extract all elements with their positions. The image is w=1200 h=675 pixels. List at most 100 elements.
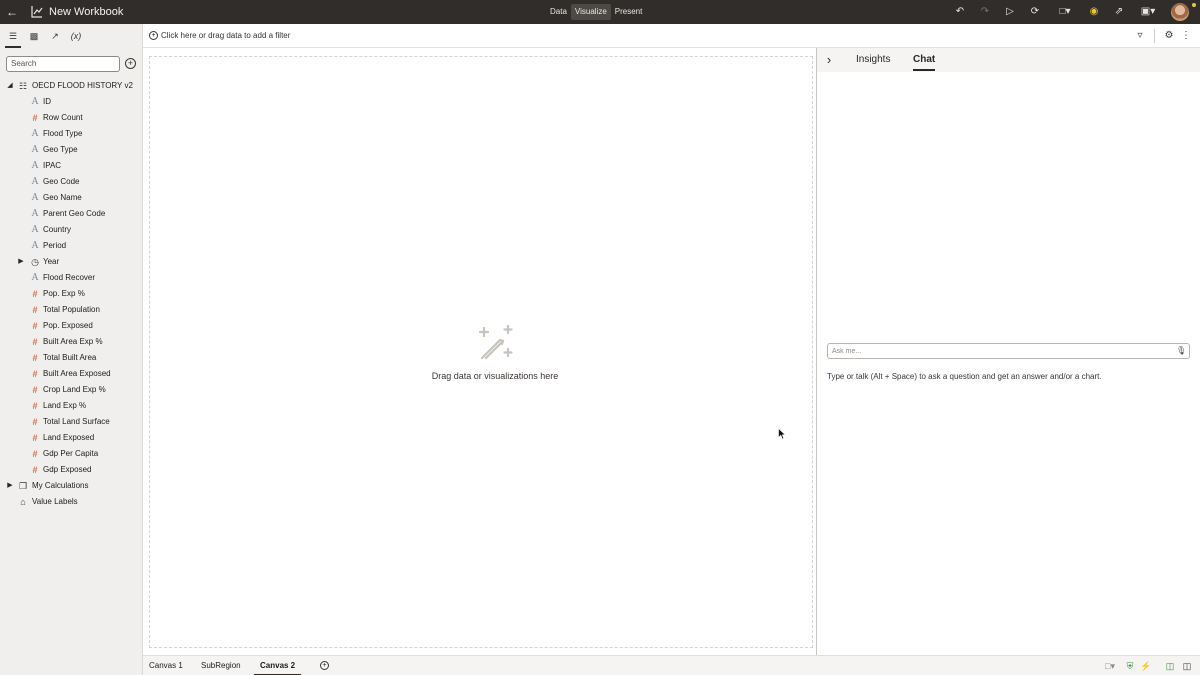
assistant-panel: › Insights Chat 🎙 Type or talk (Alt + Sp… xyxy=(816,48,1200,655)
tree-field[interactable]: A Country xyxy=(0,222,143,238)
tree-field[interactable]: A Flood Type xyxy=(0,126,143,142)
add-canvas-icon[interactable]: + xyxy=(320,661,329,670)
measure-hash-icon: # xyxy=(32,385,38,395)
refresh-icon[interactable]: ⟳ xyxy=(1028,5,1042,19)
microphone-icon[interactable]: 🎙 xyxy=(1176,345,1186,357)
tree-field[interactable]: A ID xyxy=(0,94,143,110)
more-options-icon[interactable]: ⋮ xyxy=(1179,29,1193,43)
field-label: Gdp Per Capita xyxy=(43,449,99,458)
tree-field[interactable]: # Crop Land Exp % xyxy=(0,382,143,398)
settings-icon[interactable]: ⚙ xyxy=(1162,29,1176,43)
field-label: Value Labels xyxy=(32,497,78,506)
ask-input[interactable] xyxy=(832,345,1162,357)
status-dot xyxy=(1192,3,1196,7)
tree-field[interactable]: # Row Count xyxy=(0,110,143,126)
tag-icon: ⌂ xyxy=(20,497,26,507)
filter-icon[interactable]: ▿ xyxy=(1133,29,1147,43)
canvas-hint: Drag data or visualizations here xyxy=(431,371,559,381)
left-panel-toggle-icon[interactable]: ◫ xyxy=(1164,660,1176,672)
right-panel-toggle-icon[interactable]: ◫ xyxy=(1181,660,1193,672)
canvas-drop-zone[interactable]: Drag data or visualizations here xyxy=(149,56,813,648)
attribute-a-icon: A xyxy=(31,161,39,171)
attribute-a-icon: A xyxy=(31,97,39,107)
tree-field[interactable]: # Gdp Exposed xyxy=(0,462,143,478)
lightning-icon[interactable]: ⚡ xyxy=(1140,660,1152,672)
tree-field[interactable]: # Pop. Exposed xyxy=(0,318,143,334)
tab-canvas-1[interactable]: Canvas 1 xyxy=(149,656,183,675)
attribute-a-icon: A xyxy=(31,193,39,203)
tree-field[interactable]: # Pop. Exp % xyxy=(0,286,143,302)
undo-icon[interactable]: ↶ xyxy=(953,5,967,19)
tab-subregion[interactable]: SubRegion xyxy=(201,656,241,675)
tree-field[interactable]: # Land Exp % xyxy=(0,398,143,414)
tree-field[interactable]: # Total Built Area xyxy=(0,350,143,366)
tree-field[interactable]: # Total Population xyxy=(0,302,143,318)
magic-wand-icon xyxy=(478,325,513,360)
tree-field[interactable]: A Period xyxy=(0,238,143,254)
tree-field[interactable]: A Geo Name xyxy=(0,190,143,206)
layout-dropdown-icon[interactable]: □▾ xyxy=(1100,660,1120,672)
filter-placeholder[interactable]: Click here or drag data to add a filter xyxy=(161,30,290,42)
tree-field[interactable]: A Geo Type xyxy=(0,142,143,158)
measure-hash-icon: # xyxy=(32,337,38,347)
tree-field[interactable]: A Flood Recover xyxy=(0,270,143,286)
mode-visualize[interactable]: Visualize xyxy=(570,4,611,20)
tree-field[interactable]: # Land Exposed xyxy=(0,430,143,446)
analytics-icon[interactable]: ↗ xyxy=(48,29,62,43)
arrow-left-icon[interactable]: ← xyxy=(4,4,20,20)
mode-switcher: Data Visualize Present xyxy=(546,4,646,20)
mode-present[interactable]: Present xyxy=(611,4,647,20)
mode-data[interactable]: Data xyxy=(546,4,571,20)
chevron-right-icon[interactable]: › xyxy=(822,53,836,67)
tree-folder[interactable]: ▶ ❐ My Calculations xyxy=(0,478,143,494)
tab-canvas-2[interactable]: Canvas 2 xyxy=(253,656,302,675)
avatar[interactable] xyxy=(1171,3,1189,21)
filter-bar[interactable]: + Click here or drag data to add a filte… xyxy=(143,24,1200,48)
attribute-a-icon: A xyxy=(31,177,39,187)
data-icon[interactable]: ☰ xyxy=(5,29,21,48)
tree-folder[interactable]: ⌂ Value Labels xyxy=(0,494,143,510)
measure-hash-icon: # xyxy=(32,465,38,475)
export-icon[interactable]: ⇗ xyxy=(1112,5,1126,19)
dataset-node[interactable]: ◢ ☷ OECD FLOOD HISTORY v2 xyxy=(0,78,143,94)
field-label: Crop Land Exp % xyxy=(43,385,106,394)
field-label: Geo Code xyxy=(43,177,80,186)
add-dataset-icon[interactable]: + xyxy=(125,58,136,69)
measure-hash-icon: # xyxy=(32,305,38,315)
search-input[interactable]: Search xyxy=(6,56,120,72)
tab-insights[interactable]: Insights xyxy=(856,53,890,67)
add-filter-icon[interactable]: + xyxy=(149,31,158,40)
shield-icon[interactable]: ⛨ xyxy=(1124,660,1136,672)
tab-chat[interactable]: Chat xyxy=(913,53,936,71)
attribute-a-icon: A xyxy=(31,129,39,139)
field-label: Land Exposed xyxy=(43,433,95,442)
caret-down-icon[interactable]: ◢ xyxy=(6,78,14,94)
workbook-title[interactable]: New Workbook xyxy=(49,5,123,19)
field-label: Total Land Surface xyxy=(43,417,110,426)
data-panel: ☰ ▩ ↗ (x) Search + ◢ ☷ OECD FLOOD HISTORY … xyxy=(0,24,143,675)
calc-icon[interactable]: (x) xyxy=(69,29,83,43)
field-label: Flood Type xyxy=(43,129,83,138)
redo-icon[interactable]: ↷ xyxy=(978,5,992,19)
tree-field[interactable]: A IPAC xyxy=(0,158,143,174)
field-label: Geo Type xyxy=(43,145,78,154)
tree-field[interactable]: # Total Land Surface xyxy=(0,414,143,430)
ask-field: 🎙 xyxy=(827,343,1190,359)
viz-icon[interactable]: ▩ xyxy=(27,29,41,43)
field-label: Year xyxy=(43,257,60,266)
comment-icon[interactable]: □▾ xyxy=(1054,5,1076,19)
save-icon[interactable]: ▣▾ xyxy=(1137,5,1159,19)
field-label: Built Area Exp % xyxy=(43,337,103,346)
ask-hint: Type or talk (Alt + Space) to ask a ques… xyxy=(827,372,1102,381)
tree-field[interactable]: # Built Area Exposed xyxy=(0,366,143,382)
bulb-icon[interactable]: ◉ xyxy=(1087,5,1101,19)
caret-right-icon[interactable]: ▶ xyxy=(17,254,25,270)
tree-field[interactable]: A Parent Geo Code xyxy=(0,206,143,222)
tree-field[interactable]: A Geo Code xyxy=(0,174,143,190)
caret-right-icon[interactable]: ▶ xyxy=(6,478,14,494)
tree-field[interactable]: # Built Area Exp % xyxy=(0,334,143,350)
top-bar: ← New Workbook Data Visualize Present ↶ … xyxy=(0,0,1200,24)
tree-field[interactable]: ▶ ◷ Year xyxy=(0,254,143,270)
tree-field[interactable]: # Gdp Per Capita xyxy=(0,446,143,462)
play-icon[interactable]: ▷ xyxy=(1003,5,1017,19)
